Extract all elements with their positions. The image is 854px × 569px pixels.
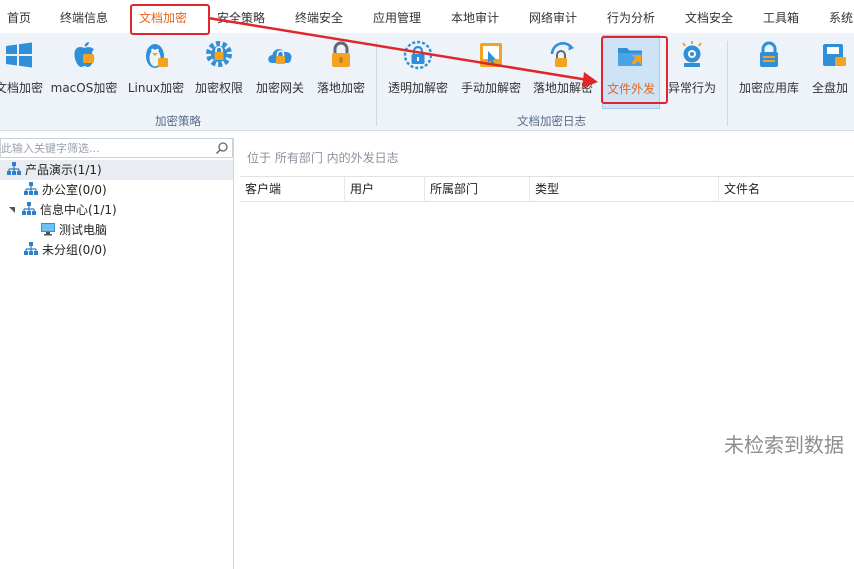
group-label-encryption-log: 文档加密日志 [517, 114, 586, 128]
tree-node-test-computer[interactable]: 测试电脑 [40, 220, 107, 240]
org-icon [24, 242, 38, 255]
tab-terminal-security[interactable]: 终端安全 [295, 6, 343, 30]
collapse-arrow-icon[interactable] [8, 201, 17, 217]
cloud-lock-icon [268, 49, 292, 64]
annotation-box-tab [130, 4, 210, 35]
alert-camera-icon [682, 41, 702, 67]
apple-icon [74, 42, 95, 67]
tab-app-management[interactable]: 应用管理 [373, 6, 421, 30]
tree-node-label: 产品演示(1/1) [25, 163, 102, 177]
tree-node-product-demo[interactable]: 产品演示(1/1) [0, 160, 233, 180]
tree-node-label: 测试电脑 [59, 223, 108, 237]
tree-node-ungrouped[interactable]: 未分组(0/0) [23, 240, 107, 260]
windows-icon [6, 42, 32, 68]
org-icon [22, 202, 36, 215]
tool-manual-encrypt-decrypt[interactable]: 手动加解密 [458, 35, 524, 109]
log-panel: 位于 所有部门 内的外发日志 客户端 用户 所属部门 类型 文件名 未检索到数据 [240, 138, 854, 569]
group-separator [727, 41, 728, 126]
tool-abnormal-behavior[interactable]: 异常行为 [664, 35, 720, 109]
tab-network-audit[interactable]: 网络审计 [529, 6, 577, 30]
app-lock-icon [760, 41, 778, 67]
table-header: 客户端 用户 所属部门 类型 文件名 [240, 176, 854, 202]
column-header-department[interactable]: 所属部门 [424, 177, 529, 201]
tree-node-label: 信息中心(1/1) [40, 203, 117, 217]
refresh-lock-icon [550, 42, 574, 67]
tab-security-policy[interactable]: 安全策略 [217, 6, 265, 30]
search-icon[interactable] [215, 141, 229, 155]
tool-label: 文档加密 [0, 81, 43, 95]
computer-icon [41, 223, 55, 236]
group-label-encryption-policy: 加密策略 [155, 114, 201, 128]
tree-node-label: 未分组(0/0) [42, 243, 107, 257]
tool-label: 加密应用库 [738, 81, 799, 95]
annotation-box-tool [601, 36, 668, 104]
tool-label: 加密权限 [194, 81, 243, 95]
tool-label: 全盘加 [812, 81, 849, 95]
tool-landing-encryption[interactable]: 落地加密 [312, 35, 370, 109]
tab-system[interactable]: 系统 [829, 6, 853, 30]
tool-label: 透明加解密 [387, 81, 448, 95]
tree-node-info-center[interactable]: 信息中心(1/1) [8, 200, 117, 220]
menu-tab-bar: 首页 终端信息 文档加密 安全策略 终端安全 应用管理 本地审计 网络审计 行为… [0, 0, 854, 34]
tree-node-label: 办公室(0/0) [42, 183, 107, 197]
tool-label: 加密网关 [255, 81, 304, 95]
gear-lock-icon [206, 41, 232, 67]
tab-terminal-info[interactable]: 终端信息 [60, 6, 108, 30]
column-header-client[interactable]: 客户端 [240, 177, 344, 201]
tool-label: macOS加密 [50, 81, 118, 95]
org-icon [24, 182, 38, 195]
tool-label: Linux加密 [127, 81, 185, 95]
disk-lock-icon [823, 44, 846, 66]
tab-behavior-analysis[interactable]: 行为分析 [607, 6, 655, 30]
tool-encrypted-app-library[interactable]: 加密应用库 [736, 35, 802, 109]
location-text: 位于 所有部门 内的外发日志 [247, 151, 399, 165]
tab-local-audit[interactable]: 本地审计 [451, 6, 499, 30]
tool-landing-encrypt-decrypt[interactable]: 落地加解密 [530, 35, 596, 109]
empty-state-text: 未检索到数据 [724, 433, 844, 457]
padlock-icon [332, 41, 350, 67]
tab-document-security[interactable]: 文档安全 [685, 6, 733, 30]
group-separator [376, 41, 377, 126]
tree-node-office[interactable]: 办公室(0/0) [23, 180, 107, 200]
tool-linux-encryption[interactable]: Linux加密 [124, 35, 188, 109]
tab-toolbox[interactable]: 工具箱 [763, 6, 799, 30]
linux-penguin-icon [146, 44, 168, 68]
tool-encryption-gateway[interactable]: 加密网关 [250, 35, 310, 109]
manual-lock-icon [480, 43, 502, 67]
tool-encryption-permissions[interactable]: 加密权限 [190, 35, 248, 109]
tool-label: 落地加解密 [532, 81, 593, 95]
tree-filter [0, 138, 233, 158]
tool-label: 手动加解密 [460, 81, 521, 95]
tool-document-encryption[interactable]: 文档加密 [0, 35, 50, 109]
tool-full-disk-encryption[interactable]: 全盘加 [810, 35, 854, 109]
tree-filter-input[interactable] [1, 140, 213, 156]
column-header-filename[interactable]: 文件名 [718, 177, 854, 201]
tool-label: 落地加密 [316, 81, 365, 95]
column-header-user[interactable]: 用户 [344, 177, 424, 201]
tool-transparent-encrypt-decrypt[interactable]: 透明加解密 [386, 35, 450, 109]
org-icon [7, 162, 21, 175]
tool-macos-encryption[interactable]: macOS加密 [50, 35, 118, 109]
tab-home[interactable]: 首页 [7, 6, 31, 30]
transparent-lock-icon [403, 40, 433, 70]
department-tree-panel: 产品演示(1/1) 办公室(0/0) 信息中心(1/1) 测试电脑 未分组(0/… [0, 138, 234, 569]
column-header-type[interactable]: 类型 [529, 177, 718, 201]
ribbon-toolbar: 文档加密 macOS加密 Linux加密 加密权限 加密网关 落地加密 加密策略… [0, 33, 854, 131]
tool-label: 异常行为 [667, 81, 716, 95]
